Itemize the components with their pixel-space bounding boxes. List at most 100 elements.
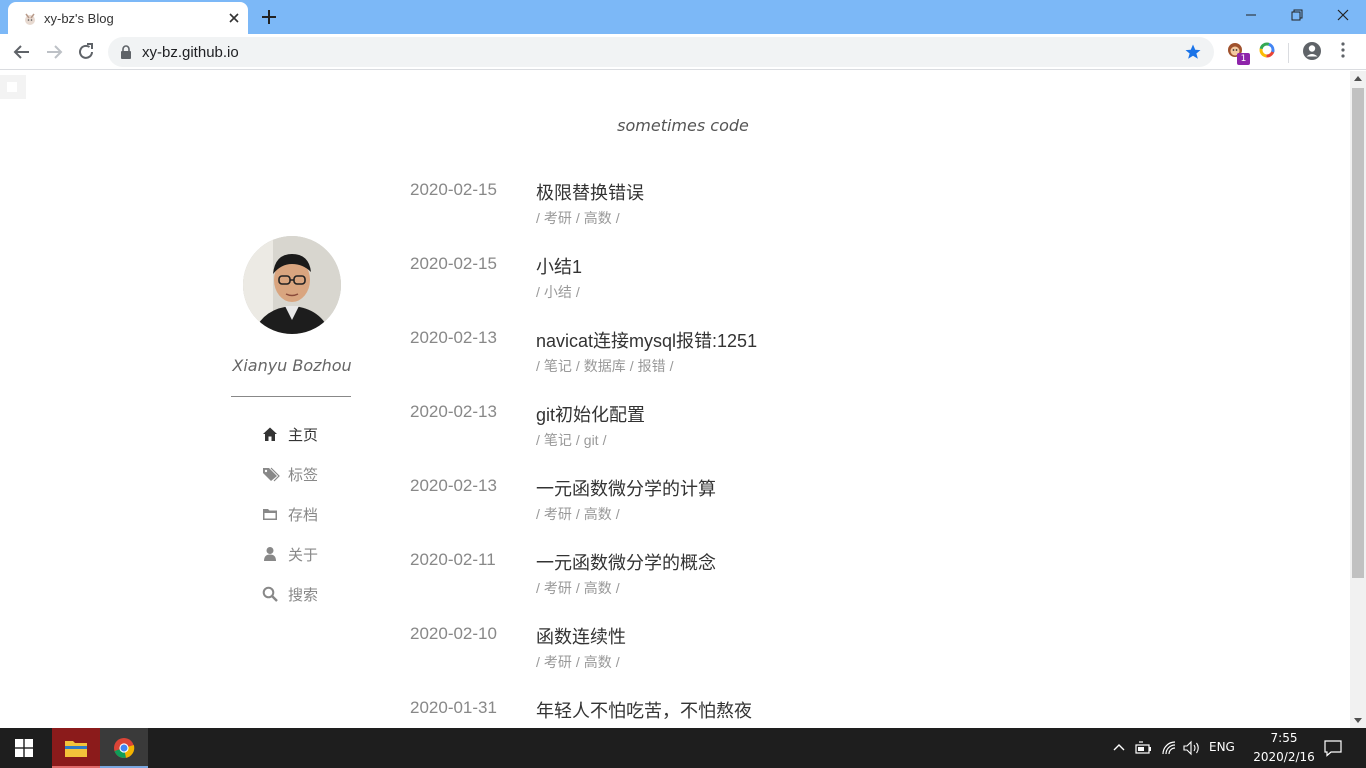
folder-icon (65, 741, 87, 757)
post-item: 2020-02-13 navicat连接mysql报错:1251 /笔记 / 数据库… (410, 322, 1110, 382)
scroll-down-icon[interactable] (1354, 718, 1362, 724)
post-date: 2020-02-13 (410, 328, 497, 347)
nav-label: 存档 (288, 507, 319, 524)
windows-logo-icon (15, 739, 33, 757)
notifications-icon[interactable] (1324, 739, 1342, 757)
scroll-up-icon[interactable] (1354, 75, 1362, 81)
color-ring-icon (1259, 42, 1275, 58)
blog-page: sometimes code Xianyu Bozhou 主页 标签 存档 关于… (0, 71, 1350, 728)
battery-icon[interactable] (1135, 741, 1153, 755)
restore-icon (1291, 9, 1303, 21)
post-date: 2020-02-15 (410, 254, 497, 273)
more-vert-icon (1341, 42, 1345, 58)
minimize-button[interactable] (1228, 0, 1274, 30)
nav-label: 搜索 (288, 587, 319, 604)
tag-link[interactable]: 高数 (584, 580, 612, 596)
post-date: 2020-02-13 (410, 402, 497, 421)
bookmark-star-icon[interactable] (1184, 43, 1202, 61)
input-language[interactable]: ENG (1209, 740, 1235, 754)
post-item: 2020-01-31 年轻人不怕吃苦，不怕熬夜 /鸡汤/ (410, 692, 1110, 728)
home-icon (263, 427, 277, 441)
post-title-link[interactable]: 年轻人不怕吃苦，不怕熬夜 (536, 697, 752, 723)
post-date: 2020-02-15 (410, 180, 497, 199)
new-tab-icon[interactable] (258, 6, 280, 28)
close-window-button[interactable] (1320, 0, 1366, 30)
post-title-link[interactable]: 函数连续性 (536, 623, 626, 649)
browser-menu-button[interactable] (1334, 41, 1356, 63)
avatar[interactable] (243, 236, 341, 334)
avatar-photo (243, 236, 341, 334)
close-icon (1337, 9, 1349, 21)
post-item: 2020-02-15 小结1 /小结 / (410, 248, 1110, 308)
post-item: 2020-02-13 git初始化配置 / 笔记 / git / (410, 396, 1110, 456)
account-icon (1303, 42, 1321, 60)
nav-label: 主页 (288, 427, 319, 444)
tag-link[interactable]: 考研 (544, 506, 572, 522)
divider (231, 396, 351, 397)
url-text[interactable]: xy-bz.github.io (142, 44, 239, 61)
start-button[interactable] (0, 728, 48, 768)
clock-date[interactable]: 2020/2/16 (1246, 750, 1322, 764)
tag-link[interactable]: git (584, 432, 599, 448)
post-tags: / 笔记 / git / (536, 432, 607, 448)
tag-link[interactable]: 高数 (584, 506, 612, 522)
forward-icon[interactable] (42, 40, 66, 64)
reload-icon[interactable] (74, 40, 98, 64)
show-hidden-icons-icon[interactable] (1113, 742, 1125, 752)
menu-toggle-button[interactable] (0, 75, 26, 99)
tag-link[interactable]: 高数 (584, 210, 612, 226)
wifi-icon[interactable] (1161, 740, 1177, 756)
nav-label: 标签 (288, 467, 319, 484)
post-date: 2020-01-31 (410, 698, 497, 717)
profile-button[interactable] (1302, 41, 1324, 63)
tab-title: xy-bz's Blog (44, 11, 114, 26)
post-title-link[interactable]: 极限替换错误 (536, 179, 644, 205)
volume-icon[interactable] (1183, 740, 1201, 756)
post-title-link[interactable]: git初始化配置 (536, 401, 645, 427)
extension-badge: 1 (1237, 53, 1250, 65)
post-item: 2020-02-11 一元函数微分学的概念 / 考研 / 高数 / (410, 544, 1110, 604)
post-title-link[interactable]: 一元函数微分学的概念 (536, 549, 716, 575)
page-scrollbar[interactable] (1350, 71, 1366, 728)
nav-label: 关于 (288, 547, 319, 564)
chrome-taskbar-button[interactable] (100, 728, 148, 768)
post-title-link[interactable]: 一元函数微分学的计算 (536, 475, 716, 501)
lock-icon[interactable] (120, 45, 132, 59)
extension-color-ring[interactable] (1258, 41, 1280, 63)
address-bar[interactable]: xy-bz.github.io (108, 37, 1214, 67)
post-item: 2020-02-13 一元函数微分学的计算 / 考研 / 高数 / (410, 470, 1110, 530)
tag-link[interactable]: 笔记 (544, 432, 572, 448)
tag-link[interactable]: 高数 (584, 654, 612, 670)
post-title-link[interactable]: navicat连接mysql报错:1251 (536, 327, 757, 353)
post-tags: / 笔记 / 数据库 / 报错 / (536, 358, 674, 374)
scrollbar-thumb[interactable] (1352, 88, 1364, 578)
tag-link[interactable]: 考研 (544, 580, 572, 596)
site-subtitle: sometimes code (617, 116, 749, 135)
tag-link[interactable]: 报错 (638, 358, 666, 374)
clock-time[interactable]: 7:55 (1264, 731, 1304, 745)
close-tab-icon[interactable] (224, 8, 244, 28)
tag-link[interactable]: 小结 (544, 284, 572, 300)
restore-button[interactable] (1274, 0, 1320, 30)
post-tags: / 考研 / 高数 / (536, 654, 620, 670)
post-item: 2020-02-10 函数连续性 / 考研 / 高数 / (410, 618, 1110, 678)
back-icon[interactable] (10, 40, 34, 64)
post-title-link[interactable]: 小结1 (536, 253, 582, 279)
browser-toolbar: xy-bz.github.io 1 (0, 34, 1366, 70)
post-date: 2020-02-10 (410, 624, 497, 643)
chrome-icon (114, 738, 135, 758)
tag-link[interactable]: 笔记 (544, 358, 572, 374)
browser-tab[interactable]: xy-bz's Blog (8, 2, 248, 34)
user-icon (264, 547, 276, 561)
toolbar-divider (1288, 43, 1289, 63)
post-item: 2020-02-15 极限替换错误 / 考研 / 高数 / (410, 174, 1110, 234)
menu-toggle-icon (7, 82, 17, 92)
extension-tampermonkey[interactable]: 1 (1226, 41, 1250, 65)
file-explorer-button[interactable] (52, 728, 100, 768)
tag-link[interactable]: 数据库 (584, 358, 626, 374)
tag-link[interactable]: 考研 (544, 654, 572, 670)
tag-link[interactable]: 考研 (544, 210, 572, 226)
taskbar: ENG 7:55 2020/2/16 (0, 728, 1366, 768)
tags-icon (263, 467, 280, 482)
post-date: 2020-02-13 (410, 476, 497, 495)
